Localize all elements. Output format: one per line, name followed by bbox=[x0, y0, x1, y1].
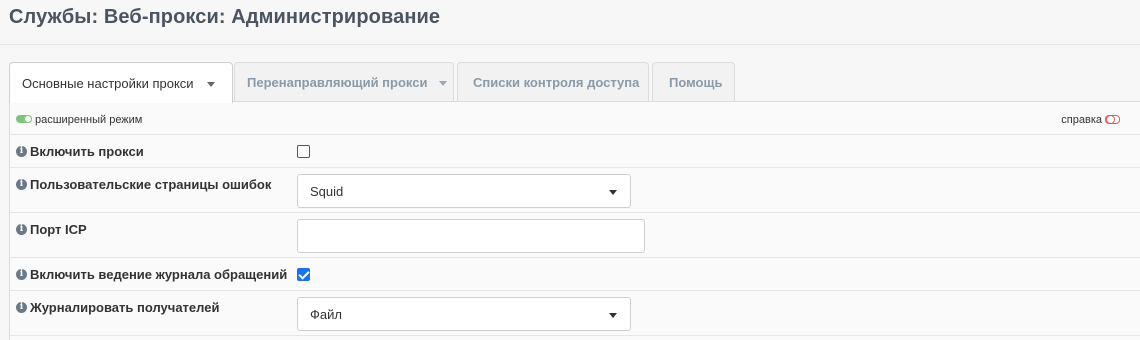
chevron-down-icon[interactable] bbox=[439, 81, 448, 86]
field-label: i Включить ведение журнала обращений bbox=[16, 267, 287, 282]
tab-bar: Основные настройки прокси Перенаправляющ… bbox=[9, 62, 1140, 103]
enable-proxy-label: Включить прокси bbox=[30, 144, 144, 159]
error-pages-select[interactable]: Squid bbox=[297, 174, 631, 208]
info-icon[interactable]: i bbox=[16, 146, 27, 157]
icp-port-label: Порт ICP bbox=[30, 222, 87, 237]
tab-label: Основные настройки прокси bbox=[22, 75, 194, 91]
chevron-down-icon[interactable] bbox=[206, 81, 215, 87]
chevron-down-icon bbox=[609, 190, 617, 195]
info-icon[interactable]: i bbox=[16, 224, 27, 235]
advanced-mode-toggle-icon[interactable] bbox=[16, 115, 32, 123]
info-icon[interactable]: i bbox=[16, 269, 27, 280]
info-icon[interactable]: i bbox=[16, 179, 27, 190]
access-log-label: Включить ведение журнала обращений bbox=[30, 267, 288, 282]
log-target-select[interactable]: Файл bbox=[297, 297, 631, 331]
setting-row-enable-proxy: i Включить прокси bbox=[10, 135, 1140, 168]
advanced-mode-label[interactable]: расширенный режим bbox=[35, 114, 142, 126]
help-toggle-icon[interactable] bbox=[1105, 115, 1120, 124]
tab-forward-proxy[interactable]: Перенаправляющий прокси bbox=[234, 62, 454, 102]
field-label: i Включить прокси bbox=[16, 144, 144, 159]
error-pages-value: Squid bbox=[310, 183, 344, 199]
enable-proxy-checkbox[interactable] bbox=[297, 145, 310, 158]
setting-row-error-pages: i Пользовательские страницы ошибок Squid bbox=[10, 168, 1140, 213]
setting-row-log-target: i Журналировать получателей Файл bbox=[10, 291, 1140, 336]
tab-general-proxy-settings[interactable]: Основные настройки прокси bbox=[9, 62, 233, 103]
setting-row-icp-port: i Порт ICP bbox=[10, 213, 1140, 258]
tab-help[interactable]: Помощь bbox=[652, 62, 735, 102]
field-label: i Журналировать получателей bbox=[16, 300, 219, 315]
help-label[interactable]: справка bbox=[1061, 114, 1102, 126]
info-icon[interactable]: i bbox=[16, 302, 27, 313]
settings-panel: расширенный режим справка i Включить про… bbox=[9, 101, 1140, 340]
page-title: Службы: Веб-прокси: Администрирование bbox=[9, 6, 441, 28]
error-pages-label: Пользовательские страницы ошибок bbox=[30, 177, 272, 192]
log-target-value: Файл bbox=[310, 306, 342, 322]
log-target-label: Журналировать получателей bbox=[30, 300, 220, 315]
page-header: Службы: Веб-прокси: Администрирование bbox=[0, 0, 1140, 45]
tab-label: Перенаправляющий прокси bbox=[247, 75, 428, 90]
chevron-down-icon bbox=[609, 313, 617, 318]
field-label: i Пользовательские страницы ошибок bbox=[16, 177, 271, 192]
tab-label: Помощь bbox=[669, 75, 723, 90]
icp-port-input[interactable] bbox=[297, 219, 645, 253]
tab-label: Списки контроля доступа bbox=[473, 75, 640, 90]
setting-row-access-log: i Включить ведение журнала обращений bbox=[10, 258, 1140, 291]
field-label: i Порт ICP bbox=[16, 222, 87, 237]
tab-access-control-lists[interactable]: Списки контроля доступа bbox=[457, 62, 649, 102]
mode-bar: расширенный режим справка bbox=[10, 102, 1140, 135]
access-log-checkbox[interactable] bbox=[297, 268, 310, 281]
